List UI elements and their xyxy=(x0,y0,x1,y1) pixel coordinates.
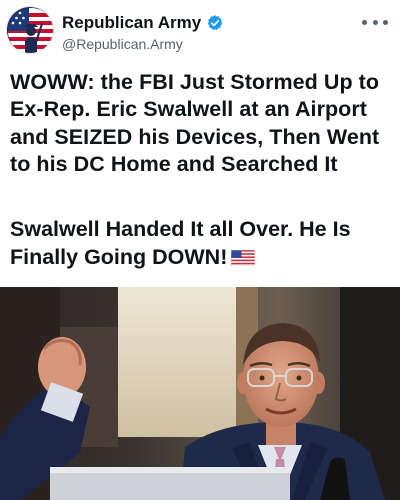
post-headline: WOWW: the FBI Just Stormed Up to Ex-Rep.… xyxy=(10,70,380,177)
more-dot xyxy=(383,19,388,25)
account-avatar[interactable] xyxy=(6,6,54,54)
post-subline: Swalwell Handed It all Over. He Is Final… xyxy=(10,215,395,271)
account-name-row: Republican Army xyxy=(62,12,224,34)
verified-badge-icon xyxy=(207,15,223,30)
minuteman-flag-avatar-icon xyxy=(7,7,53,53)
post-subline-text: Swalwell Handed It all Over. He Is Final… xyxy=(10,217,351,269)
account-display-name[interactable]: Republican Army xyxy=(62,13,201,33)
post-photo[interactable] xyxy=(0,287,400,500)
account-handle[interactable]: @Republican.Army xyxy=(62,36,183,52)
more-dot xyxy=(362,19,367,25)
man-in-suit-photo xyxy=(0,287,400,500)
us-flag-icon xyxy=(231,250,256,266)
more-dot xyxy=(372,19,378,25)
more-options-icon[interactable] xyxy=(362,14,388,30)
post-header: Republican Army @Republican.Army xyxy=(0,0,400,62)
